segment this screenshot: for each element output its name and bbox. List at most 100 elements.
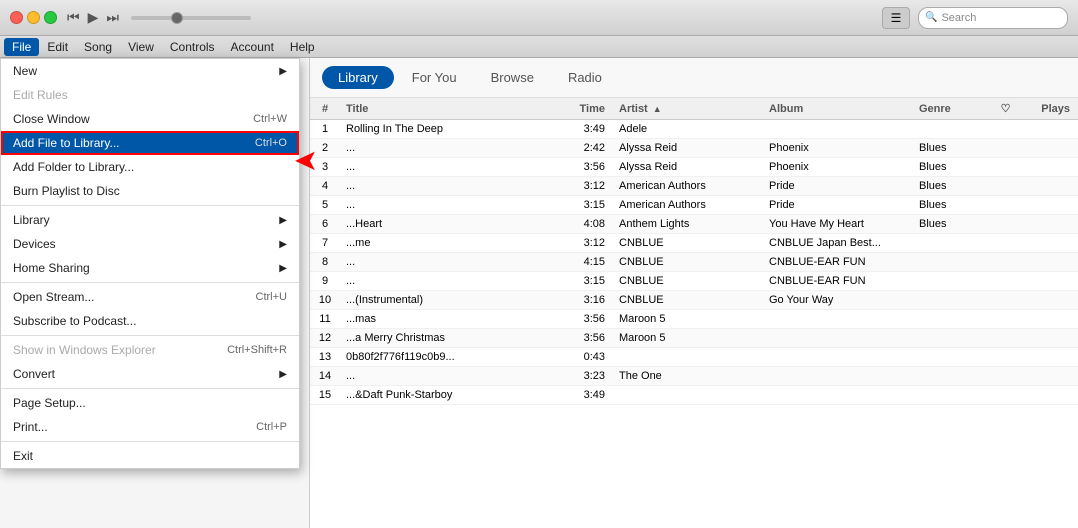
menu-item-home-sharing[interactable]: Home Sharing▶ [1, 256, 299, 280]
col-header-album[interactable]: Album [763, 103, 913, 115]
row-artist: Alyssa Reid [613, 142, 763, 154]
shortcut-label: Ctrl+W [253, 113, 287, 125]
play-button[interactable]: ▶ [88, 9, 99, 26]
title-bar: ⏮ ▶ ⏭ ☰ 🔍 Search [0, 0, 1078, 36]
menu-view[interactable]: View [120, 38, 162, 56]
table-row[interactable]: 3 ... 3:56 Alyssa Reid Phoenix Blues [310, 158, 1078, 177]
table-row[interactable]: 5 ... 3:15 American Authors Pride Blues [310, 196, 1078, 215]
menu-item-burn-playlist-to-disc[interactable]: Burn Playlist to Disc [1, 179, 299, 203]
col-header-time[interactable]: Time [563, 103, 613, 115]
menu-item-page-setup---[interactable]: Page Setup... [1, 391, 299, 415]
menu-item-print---[interactable]: Print...Ctrl+P [1, 415, 299, 439]
table-row[interactable]: 14 ... 3:23 The One [310, 367, 1078, 386]
menu-bar: File Edit Song View Controls Account Hel… [0, 36, 1078, 58]
menu-item-convert[interactable]: Convert▶ [1, 362, 299, 386]
menu-item-add-file-to-library---[interactable]: Add File to Library...Ctrl+O [1, 131, 299, 155]
menu-controls[interactable]: Controls [162, 38, 223, 56]
menu-item-label: Home Sharing [13, 261, 90, 275]
submenu-arrow: ▶ [279, 369, 287, 380]
progress-thumb[interactable] [171, 12, 183, 24]
table-row[interactable]: 9 ... 3:15 CNBLUE CNBLUE-EAR FUN [310, 272, 1078, 291]
row-time: 4:15 [563, 256, 613, 268]
col-header-artist[interactable]: Artist ▲ [613, 103, 763, 115]
menu-item-label: Subscribe to Podcast... [13, 314, 136, 328]
tab-for-you[interactable]: For You [396, 66, 473, 89]
menu-edit[interactable]: Edit [39, 38, 76, 56]
row-title: ... [340, 142, 563, 154]
menu-account[interactable]: Account [223, 38, 282, 56]
col-header-plays[interactable]: Plays [1018, 103, 1078, 115]
row-num: 9 [310, 275, 340, 287]
row-genre: Blues [913, 142, 993, 154]
row-time: 3:23 [563, 370, 613, 382]
menu-item-exit[interactable]: Exit [1, 444, 299, 468]
menu-song[interactable]: Song [76, 38, 120, 56]
table-row[interactable]: 6 ...Heart 4:08 Anthem Lights You Have M… [310, 215, 1078, 234]
search-icon: 🔍 [925, 12, 937, 23]
minimize-button[interactable] [27, 11, 40, 24]
table-row[interactable]: 11 ...mas 3:56 Maroon 5 [310, 310, 1078, 329]
row-time: 3:15 [563, 199, 613, 211]
menu-item-label: Devices [13, 237, 56, 251]
tab-radio[interactable]: Radio [552, 66, 618, 89]
menu-item-label: Edit Rules [13, 88, 68, 102]
list-view-button[interactable]: ☰ [882, 7, 910, 29]
table-row[interactable]: 15 ...&Daft Punk-Starboy 3:49 [310, 386, 1078, 405]
menu-item-label: Library [13, 213, 50, 227]
row-title: ... [340, 161, 563, 173]
sort-arrow-artist: ▲ [653, 104, 662, 114]
table-row[interactable]: 7 ...me 3:12 CNBLUE CNBLUE Japan Best... [310, 234, 1078, 253]
table-row[interactable]: 4 ... 3:12 American Authors Pride Blues [310, 177, 1078, 196]
row-time: 2:42 [563, 142, 613, 154]
row-artist: CNBLUE [613, 256, 763, 268]
col-header-title[interactable]: Title [340, 103, 563, 115]
menu-item-close-window[interactable]: Close WindowCtrl+W [1, 107, 299, 131]
menu-separator-16 [1, 388, 299, 389]
row-artist: Adele [613, 123, 763, 135]
window-controls [10, 11, 57, 24]
menu-item-label: Add Folder to Library... [13, 160, 134, 174]
menu-item-open-stream---[interactable]: Open Stream...Ctrl+U [1, 285, 299, 309]
menu-item-devices[interactable]: Devices▶ [1, 232, 299, 256]
table-row[interactable]: 2 ... 2:42 Alyssa Reid Phoenix Blues [310, 139, 1078, 158]
close-button[interactable] [10, 11, 23, 24]
table-area: 1 Rolling In The Deep 3:49 Adele 2 ... 2… [310, 120, 1078, 528]
shortcut-label: Ctrl+U [256, 291, 287, 303]
row-title: ... [340, 199, 563, 211]
row-num: 6 [310, 218, 340, 230]
menu-separator-13 [1, 335, 299, 336]
shortcut-label: Ctrl+O [255, 137, 287, 149]
maximize-button[interactable] [44, 11, 57, 24]
row-genre: Blues [913, 218, 993, 230]
row-title: ...a Merry Christmas [340, 332, 563, 344]
row-title: ...Heart [340, 218, 563, 230]
menu-item-library[interactable]: Library▶ [1, 208, 299, 232]
menu-item-label: Page Setup... [13, 396, 86, 410]
table-row[interactable]: 1 Rolling In The Deep 3:49 Adele [310, 120, 1078, 139]
rewind-button[interactable]: ⏮ [67, 9, 80, 26]
row-num: 1 [310, 123, 340, 135]
progress-bar[interactable] [131, 16, 251, 20]
col-header-genre[interactable]: Genre [913, 103, 993, 115]
menu-item-show-in-windows-explorer: Show in Windows ExplorerCtrl+Shift+R [1, 338, 299, 362]
tab-browse[interactable]: Browse [475, 66, 550, 89]
search-box[interactable]: 🔍 Search [918, 7, 1068, 29]
table-row[interactable]: 13 0b80f2f776f119c0b9... 0:43 [310, 348, 1078, 367]
menu-item-new[interactable]: New▶ [1, 59, 299, 83]
nav-tabs: Library For You Browse Radio [310, 58, 1078, 98]
tab-library[interactable]: Library [322, 66, 394, 89]
transport-controls: ⏮ ▶ ⏭ [67, 9, 251, 26]
row-title: Rolling In The Deep [340, 123, 563, 135]
row-genre: Blues [913, 161, 993, 173]
fast-forward-button[interactable]: ⏭ [106, 9, 119, 26]
menu-item-add-folder-to-library---[interactable]: Add Folder to Library... [1, 155, 299, 179]
menu-item-subscribe-to-podcast---[interactable]: Subscribe to Podcast... [1, 309, 299, 333]
table-row[interactable]: 8 ... 4:15 CNBLUE CNBLUE-EAR FUN [310, 253, 1078, 272]
row-title: 0b80f2f776f119c0b9... [340, 351, 563, 363]
table-row[interactable]: 10 ...(Instrumental) 3:16 CNBLUE Go Your… [310, 291, 1078, 310]
menu-help[interactable]: Help [282, 38, 323, 56]
table-header: # Title Time Artist ▲ Album Genre ♡ Play… [310, 98, 1078, 120]
table-row[interactable]: 12 ...a Merry Christmas 3:56 Maroon 5 [310, 329, 1078, 348]
row-num: 8 [310, 256, 340, 268]
menu-file[interactable]: File [4, 38, 39, 56]
